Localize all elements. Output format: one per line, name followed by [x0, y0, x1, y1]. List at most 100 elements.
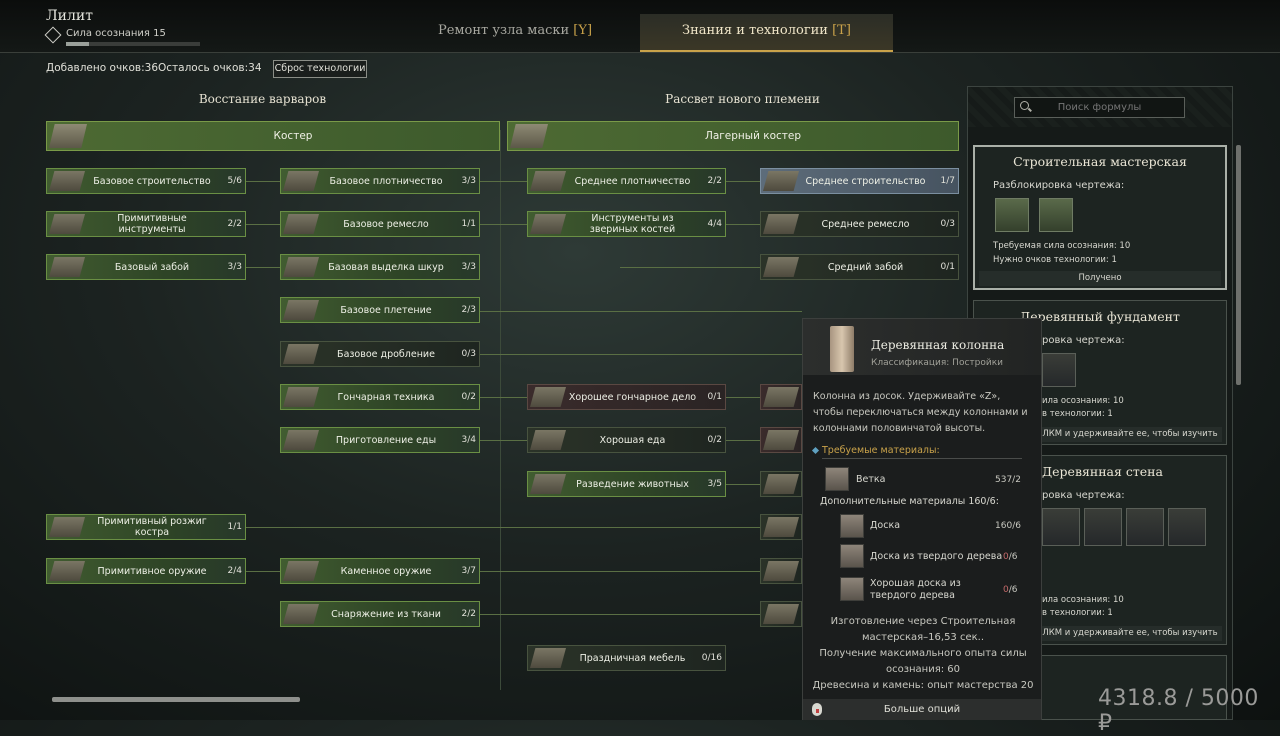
blueprint-icon[interactable] [995, 198, 1029, 232]
node-label: Базовое ремесло [343, 218, 429, 230]
connector [480, 224, 527, 225]
craft-info: Изготовление через Строительная мастерск… [830, 616, 1016, 643]
blueprint-icon[interactable] [1042, 508, 1080, 546]
node-count: 5/6 [227, 176, 242, 186]
tech-node-primitive-tools[interactable]: Примитивные инструменты 2/2 [46, 211, 246, 237]
card-req-power: ила осознания: 10 [1042, 595, 1124, 605]
tech-node-basic-weaving[interactable]: Базовое плетение 2/3 [280, 297, 480, 323]
tech-node-animal-breeding[interactable]: Разведение животных 3/5 [527, 471, 726, 497]
material-have: 160 [995, 521, 1013, 531]
divider [822, 458, 1022, 459]
tech-node-hidden[interactable] [760, 558, 802, 584]
node-count: 1/1 [227, 522, 242, 532]
hidden-node-icon [763, 604, 799, 624]
tooltip-title: Деревянная колонна [871, 338, 1005, 352]
tech-node-bone-tools[interactable]: Инструменты из звериных костей 4/4 [527, 211, 726, 237]
tech-node-hidden[interactable] [760, 384, 802, 410]
tech-node-basic-crafting[interactable]: Базовое ремесло 1/1 [280, 211, 480, 237]
tech-node-basic-construction[interactable]: Базовое строительство 5/6 [46, 168, 246, 194]
reset-tech-button[interactable]: Сброс технологии [273, 60, 367, 78]
node-count: 2/3 [461, 305, 476, 315]
tech-node-medium-carpentry[interactable]: Среднее плотничество 2/2 [527, 168, 726, 194]
hidden-node-icon [763, 517, 799, 537]
cooking-icon [283, 430, 319, 450]
node-label: Среднее плотничество [574, 175, 691, 187]
butchery-icon [49, 257, 85, 277]
tech-node-hidden[interactable] [760, 471, 802, 497]
node-label: Приготовление еды [335, 434, 437, 446]
tech-node-good-pottery[interactable]: Хорошее гончарное дело 0/1 [527, 384, 726, 410]
panel-scrollbar[interactable] [1236, 145, 1241, 385]
node-count: 0/3 [940, 219, 955, 229]
blueprint-icon[interactable] [1084, 508, 1122, 546]
connector [480, 571, 762, 572]
tech-node-basic-crushing[interactable]: Базовое дробление 0/3 [280, 341, 480, 367]
stone-spear-icon [283, 561, 319, 581]
tab-knowledge-tech[interactable]: Знания и технологии [T] [640, 14, 893, 52]
tab-mask-node-repair[interactable]: Ремонт узла маски [Y] [390, 14, 640, 52]
node-label: Примитивные инструменты [117, 213, 187, 235]
blueprint-icon[interactable] [1042, 353, 1076, 387]
node-label: Праздничная мебель [579, 652, 686, 664]
tech-node-medium-construction[interactable]: Среднее строительство 1/7 [760, 168, 959, 194]
material-count: 0/6 [1003, 552, 1018, 562]
node-count: 3/3 [227, 262, 242, 272]
tech-node-good-food[interactable]: Хорошая еда 0/2 [527, 427, 726, 453]
tech-node-medium-butchery[interactable]: Средний забой 0/1 [760, 254, 959, 280]
connector [480, 181, 527, 182]
blueprint-icon[interactable] [1126, 508, 1164, 546]
connector [246, 527, 762, 528]
butchery-icon [763, 257, 799, 277]
wooden-column-icon [830, 326, 854, 372]
connector [620, 267, 760, 268]
node-count: 1/7 [940, 176, 955, 186]
tech-node-stone-weapons[interactable]: Каменное оружие 3/7 [280, 558, 480, 584]
node-label: Базовое дробление [337, 348, 435, 360]
tech-node-hidden[interactable] [760, 514, 802, 540]
blueprint-icon[interactable] [1039, 198, 1073, 232]
node-count: 3/3 [461, 262, 476, 272]
header-label: Лагерный костер [704, 130, 802, 142]
tech-node-hidden[interactable] [760, 601, 802, 627]
node-label: Снаряжение из ткани [331, 608, 441, 620]
material-name: Доска [870, 520, 901, 531]
tooltip-classification: Классификация: Постройки [871, 358, 1003, 368]
tech-node-cooking[interactable]: Приготовление еды 3/4 [280, 427, 480, 453]
tech-node-basic-butchery[interactable]: Базовый забой 3/3 [46, 254, 246, 280]
node-label: Примитивное оружие [97, 565, 207, 577]
formula-search-input[interactable] [1014, 97, 1185, 118]
tech-node-medium-crafting[interactable]: Среднее ремесло 0/3 [760, 211, 959, 237]
more-options-button[interactable]: Больше опций [803, 699, 1041, 720]
card-unlock-label: ровка чертежа: [1042, 335, 1125, 346]
tech-node-primitive-fire[interactable]: Примитивный розжиг костра 1/1 [46, 514, 246, 540]
camp-campfire-icon [510, 124, 548, 148]
tech-node-basic-carpentry[interactable]: Базовое плотничество 3/3 [280, 168, 480, 194]
tech-node-basic-tanning[interactable]: Базовая выделка шкур 3/3 [280, 254, 480, 280]
tech-node-primitive-weapons[interactable]: Примитивное оружие 2/4 [46, 558, 246, 584]
torch-icon [49, 517, 85, 537]
hardwood-plank-icon [840, 544, 864, 568]
connector [726, 440, 762, 441]
horizontal-scrollbar[interactable] [52, 697, 300, 702]
formula-card-workshop[interactable]: Строительная мастерская Разблокировка че… [973, 145, 1227, 290]
column-divider [500, 130, 501, 690]
construction-icon [49, 171, 85, 191]
tech-node-cloth-gear[interactable]: Снаряжение из ткани 2/2 [280, 601, 480, 627]
spear-icon [49, 561, 85, 581]
tech-node-pottery[interactable]: Гончарная техника 0/2 [280, 384, 480, 410]
tree-header-campfire[interactable]: Костер [46, 121, 500, 151]
card-hint: ЛКМ и удерживайте ее, чтобы изучить [1038, 626, 1222, 641]
tree-header-camp-campfire[interactable]: Лагерный костер [507, 121, 959, 151]
awareness-level: Сила осознания 15 [66, 28, 166, 39]
node-count: 4/4 [707, 219, 722, 229]
tech-node-hidden[interactable] [760, 427, 802, 453]
campfire-icon [49, 124, 87, 148]
blueprint-icon[interactable] [1168, 508, 1206, 546]
tech-node-festive-furniture[interactable]: Праздничная мебель 0/16 [527, 645, 726, 671]
node-label: Средний забой [827, 261, 904, 273]
price-overlay: 4318.8 / 5000 ₽ [1098, 686, 1259, 736]
search-icon [1020, 101, 1029, 110]
connector [726, 181, 760, 182]
node-count: 0/3 [461, 349, 476, 359]
mouse-icon [812, 703, 822, 716]
